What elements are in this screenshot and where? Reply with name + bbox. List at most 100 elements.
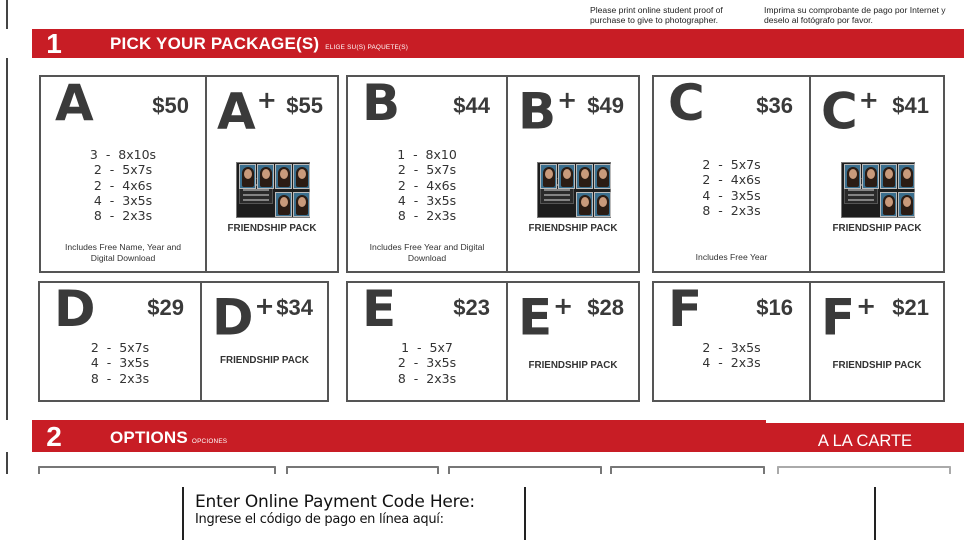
- friendship-pack-label: FRIENDSHIP PACK: [832, 360, 922, 371]
- package-includes-note: Includes Free Name, Year and Digital Dow…: [64, 242, 182, 263]
- portrait-face: [280, 169, 288, 179]
- portrait-face: [599, 197, 607, 207]
- package-item: 1 - 5x7: [401, 340, 453, 355]
- portrait-thumbnail: [257, 164, 274, 189]
- package-contents-list: 2 - 5x7s 4 - 3x5s 8 - 2x3s: [40, 340, 200, 386]
- package-letter: E: [362, 280, 397, 338]
- portrait-face: [885, 197, 893, 207]
- option-box: [448, 466, 602, 474]
- package-item: 2 - 4x6s: [397, 177, 457, 193]
- package-group: D $29 2 - 5x7s 4 - 3x5s 8 - 2x3s D+ $34 FRIENDS…: [38, 281, 329, 402]
- package-item: 8 - 2x3s: [397, 370, 457, 386]
- package-item: 2 - 3x5s: [702, 340, 761, 355]
- section-1-number: 1: [32, 29, 76, 59]
- portrait-face: [244, 169, 252, 179]
- package-option-f[interactable]: F $16 2 - 3x5s 4 - 2x3s: [654, 280, 811, 400]
- package-letter-text: D: [212, 288, 254, 347]
- package-group: B $44 1 - 8x10 2 - 5x7s 2 - 4x6s 4 - 3x5s 8 - …: [346, 75, 640, 273]
- package-includes-note: Includes Free Year: [695, 252, 768, 262]
- package-letter-text: F: [821, 288, 856, 347]
- portrait-thumbnail: [594, 164, 611, 189]
- package-price: $16: [756, 295, 793, 320]
- friendship-pack-label: FRIENDSHIP PACK: [220, 355, 309, 366]
- chalk-text-line: [848, 199, 874, 201]
- friendship-pack-photo: [841, 162, 915, 218]
- portrait-thumbnail: [594, 192, 611, 217]
- plus-mark: +: [256, 86, 277, 114]
- package-option-c-plus[interactable]: C+ $41 FRIENDSHIP PACK: [811, 77, 943, 271]
- package-option-d-plus[interactable]: D+ $34 FRIENDSHIP PACK: [202, 283, 327, 400]
- package-item: 8 - 2x3s: [702, 202, 761, 218]
- package-price: $21: [892, 295, 929, 320]
- package-item: 2 - 4x6s: [702, 172, 761, 188]
- package-option-b[interactable]: B $44 1 - 8x10 2 - 5x7s 2 - 4x6s 4 - 3x5s 8 - …: [348, 74, 508, 271]
- package-letter-plus: D+: [212, 281, 275, 346]
- package-item: 2 - 5x7s: [397, 162, 457, 178]
- plus-mark: +: [856, 292, 877, 320]
- package-price: $44: [453, 93, 490, 118]
- package-option-d[interactable]: D $29 2 - 5x7s 4 - 3x5s 8 - 2x3s: [40, 281, 202, 400]
- portrait-face: [849, 169, 857, 179]
- package-option-b-plus[interactable]: B+ $49 FRIENDSHIP PACK: [508, 77, 638, 271]
- portrait-face: [563, 169, 571, 179]
- package-item: 4 - 3x5s: [397, 192, 457, 208]
- chalk-text-line: [243, 189, 269, 191]
- payment-code-label-es: Ingrese el código de pago en línea aquí:: [195, 512, 444, 527]
- package-option-e-plus[interactable]: E+ $28 FRIENDSHIP PACK: [508, 283, 638, 400]
- section-2-number: 2: [32, 420, 76, 452]
- package-item: 4 - 3x5s: [93, 192, 153, 208]
- package-letter: B: [362, 74, 401, 132]
- portrait-thumbnail: [862, 164, 879, 189]
- package-contents-list: 2 - 3x5s 4 - 2x3s: [654, 340, 809, 371]
- package-group: E $23 1 - 5x7 2 - 3x5s 8 - 2x3s E+ $28 FRIENDSH…: [346, 281, 640, 402]
- package-option-a[interactable]: A $50 3 - 8x10s 2 - 5x7s 2 - 4x6s 4 - 3x5s 8 -…: [41, 75, 207, 271]
- package-item: 4 - 3x5s: [90, 355, 150, 371]
- package-price: $23: [453, 295, 490, 320]
- section-1-title-text: PICK YOUR PACKAGE(S): [110, 34, 320, 53]
- portrait-thumbnail: [275, 192, 292, 217]
- a-la-carte-header: A LA CARTE: [766, 420, 964, 452]
- friendship-pack-label: FRIENDSHIP PACK: [528, 223, 618, 234]
- package-group: A $50 3 - 8x10s 2 - 5x7s 2 - 4x6s 4 - 3x5s 8 -…: [39, 75, 339, 273]
- package-item: 2 - 5x7s: [702, 157, 761, 172]
- portrait-thumbnail: [540, 164, 557, 189]
- chalk-text-line: [243, 194, 269, 196]
- chalk-text-line: [544, 199, 570, 201]
- package-option-f-plus[interactable]: F+ $21 FRIENDSHIP PACK: [811, 283, 943, 400]
- package-option-c[interactable]: C $36 2 - 5x7s 2 - 4x6s 4 - 3x5s 8 - 2x3s Incl…: [654, 75, 811, 271]
- portrait-face: [599, 169, 607, 179]
- package-option-a-plus[interactable]: A+ $55 FRIENDSHIP PACK: [207, 77, 337, 271]
- chalk-text-line: [544, 194, 570, 196]
- package-letter-plus: A+: [217, 75, 277, 140]
- payment-code-input[interactable]: [526, 487, 874, 540]
- package-item: 3 - 8x10s: [89, 147, 157, 162]
- option-box: [777, 466, 951, 474]
- plus-mark: +: [254, 292, 275, 320]
- package-option-e[interactable]: E $23 1 - 5x7 2 - 3x5s 8 - 2x3s: [348, 280, 508, 400]
- package-item: 8 - 2x3s: [90, 370, 150, 386]
- chalk-text-line: [544, 189, 570, 191]
- package-item: 8 - 2x3s: [397, 208, 457, 224]
- package-price: $28: [587, 295, 624, 320]
- section-1-header: 1 PICK YOUR PACKAGE(S) ELIGE SU(S) PAQUET…: [0, 29, 964, 59]
- package-item: 8 - 2x3s: [93, 208, 153, 224]
- sheet-edge-line: [6, 0, 8, 474]
- section-2-title-text: OPTIONS: [110, 428, 188, 447]
- chalk-text-line: [848, 194, 874, 196]
- portrait-thumbnail: [239, 164, 256, 189]
- portrait-face: [903, 169, 911, 179]
- package-letter-text: A: [217, 82, 256, 141]
- payment-code-panel: Enter Online Payment Code Here: Ingrese …: [182, 487, 876, 540]
- package-group: C $36 2 - 5x7s 2 - 4x6s 4 - 3x5s 8 - 2x3s Incl…: [652, 75, 945, 273]
- portrait-thumbnail: [576, 164, 593, 189]
- package-price: $34: [276, 295, 313, 320]
- package-letter-text: E: [518, 288, 553, 347]
- portrait-face: [885, 169, 893, 179]
- portrait-thumbnail: [898, 164, 915, 189]
- order-form-sheet: Please print online student proof of pur…: [0, 0, 964, 474]
- section-2-header: 2 OPTIONS OPCIONES: [0, 420, 766, 452]
- friendship-pack-label: FRIENDSHIP PACK: [227, 223, 317, 234]
- friendship-pack-label: FRIENDSHIP PACK: [832, 223, 922, 234]
- package-letter: F: [668, 280, 703, 338]
- package-includes-note: Includes Free Year and Digital Download: [369, 242, 485, 263]
